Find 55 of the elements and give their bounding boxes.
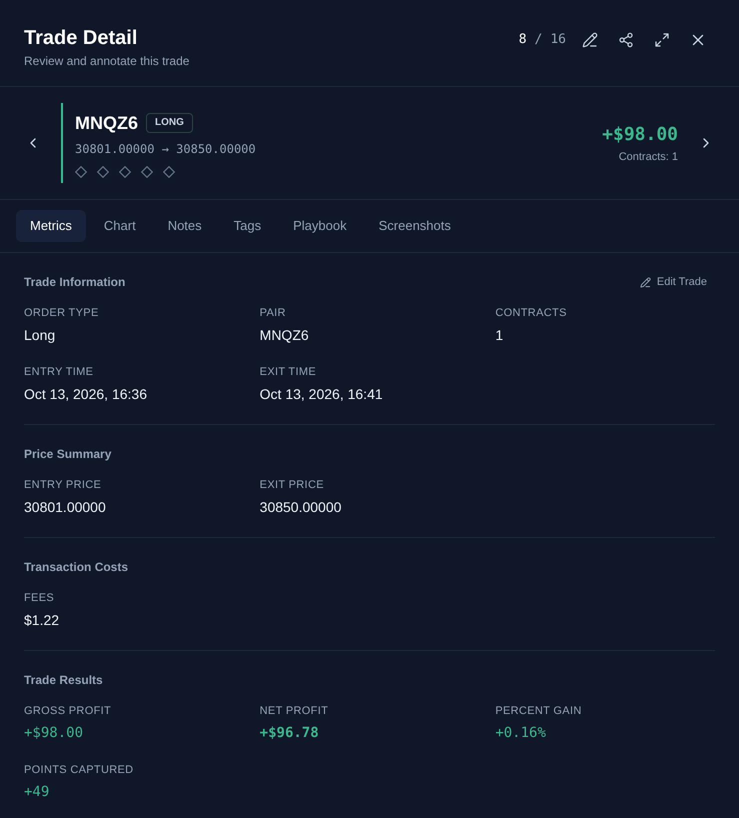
field-label: CONTRACTS <box>495 306 568 321</box>
field-label: ENTRY PRICE <box>24 478 102 493</box>
field-value: +$98.00 <box>24 724 84 743</box>
field-value: +$96.78 <box>260 724 320 743</box>
diamond-icon <box>163 166 175 178</box>
contracts-count: Contracts: 1 <box>618 150 678 165</box>
field-value: 1 <box>495 326 504 345</box>
share-icon <box>618 32 634 48</box>
trade-counter-separator: / <box>534 31 542 50</box>
section-title: Trade Results <box>24 672 103 688</box>
field-value: +49 <box>24 783 50 802</box>
section-title: Price Summary <box>24 446 112 462</box>
tab[interactable]: Screenshots <box>364 210 465 242</box>
trade-pnl: +$98.00 <box>602 123 678 147</box>
dialog-title: Trade Detail <box>24 26 138 51</box>
pencil-icon <box>582 32 598 48</box>
field-label: POINTS CAPTURED <box>24 763 134 778</box>
dialog-subtitle: Review and annotate this trade <box>24 53 190 69</box>
section-title: Trade Information <box>24 274 126 290</box>
trade-counter-total: 16 <box>550 31 566 50</box>
tab[interactable]: Notes <box>154 210 216 242</box>
side-badge: LONG <box>146 112 193 132</box>
field-label: GROSS PROFIT <box>24 704 112 719</box>
price-range: 30801.00000 → 30850.00000 <box>75 140 257 156</box>
tab[interactable]: Chart <box>90 210 150 242</box>
field-label: NET PROFIT <box>260 704 330 719</box>
field-value: $1.22 <box>24 611 60 630</box>
field-label: EXIT PRICE <box>260 478 325 493</box>
trade-counter-current: 8 <box>518 31 527 50</box>
tab[interactable]: Metrics <box>16 210 86 242</box>
diamond-icon <box>119 166 131 178</box>
field-label: PERCENT GAIN <box>495 704 583 719</box>
tab[interactable]: Tags <box>220 210 276 242</box>
field-value: 30801.00000 <box>24 498 107 517</box>
field-value: 30850.00000 <box>260 498 342 517</box>
field-value: Oct 13, 2026, 16:36 <box>24 385 148 404</box>
expand-icon <box>654 32 670 48</box>
diamond-icon <box>97 166 109 178</box>
field-label: ENTRY TIME <box>24 365 94 380</box>
field-label: ORDER TYPE <box>24 306 100 321</box>
field-value: +0.16% <box>495 724 547 743</box>
field-label: EXIT TIME <box>260 365 318 380</box>
section-title: Transaction Costs <box>24 559 128 575</box>
edit-trade-button[interactable]: Edit Trade <box>640 274 715 290</box>
field-value: Long <box>24 326 56 345</box>
field-value: Oct 13, 2026, 16:41 <box>260 385 384 404</box>
diamond-icon <box>141 166 153 178</box>
field-value: MNQZ6 <box>260 326 310 345</box>
tab[interactable]: Playbook <box>279 210 361 242</box>
diamond-icon <box>75 166 87 178</box>
field-label: PAIR <box>260 306 287 321</box>
pencil-icon <box>640 276 651 288</box>
trade-symbol: MNQZ6 <box>75 112 138 134</box>
field-label: FEES <box>24 591 56 606</box>
rating[interactable] <box>75 166 175 178</box>
